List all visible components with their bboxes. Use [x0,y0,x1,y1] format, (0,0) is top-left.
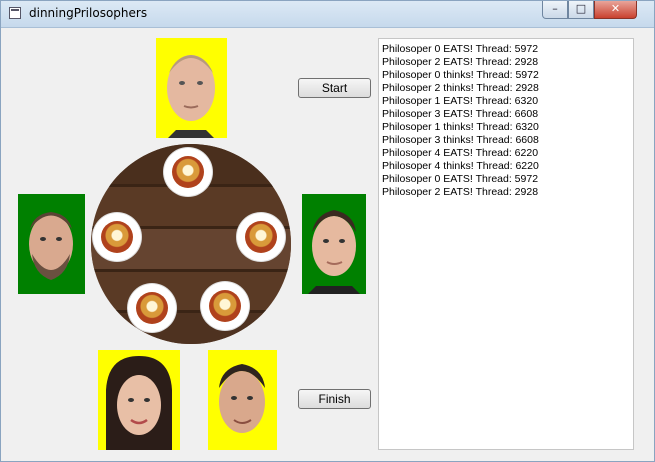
app-icon [9,7,21,19]
log-line: Philosoper 1 EATS! Thread: 6320 [382,95,539,107]
log-line: Philosoper 2 EATS! Thread: 2928 [382,56,539,68]
maximize-button[interactable]: □ [568,1,594,19]
spaghetti-icon [245,221,277,253]
plate-top [164,148,212,196]
log-line: Philosoper 2 thinks! Thread: 2928 [382,82,539,94]
minimize-button[interactable]: – [542,1,568,19]
log-line: Philosoper 4 thinks! Thread: 6220 [382,160,539,172]
plate-right [237,213,285,261]
philosopher-portrait-bottom-left [98,350,180,450]
thread-log-list[interactable]: Philosoper 0 EATS! Thread: 5972 Philosope… [378,38,634,450]
log-line: Philosoper 0 EATS! Thread: 5972 [382,43,539,55]
philosopher-portrait-bottom-right [208,350,277,450]
plate-bottom-left [128,284,176,332]
log-line: Philosoper 0 thinks! Thread: 5972 [382,69,539,81]
spaghetti-icon [172,156,204,188]
face-icon [29,212,73,280]
close-button[interactable]: ✕ [594,1,637,19]
window-title: dinningPrilosophers [29,6,148,20]
face-icon [219,364,265,433]
philosopher-portrait-right [302,194,366,294]
title-bar[interactable]: dinningPrilosophers – □ ✕ [1,1,654,28]
app-window: dinningPrilosophers – □ ✕ Start Finish P… [0,0,655,462]
face-icon [308,210,360,294]
spaghetti-icon [101,221,133,253]
log-line: Philosoper 2 EATS! Thread: 2928 [382,186,539,198]
plate-bottom-right [201,282,249,330]
spaghetti-icon [136,292,168,324]
dining-table [91,144,291,344]
log-line: Philosoper 0 EATS! Thread: 5972 [382,173,539,185]
log-line: Philosoper 4 EATS! Thread: 6220 [382,147,539,159]
spaghetti-icon [209,290,241,322]
log-line: Philosoper 1 thinks! Thread: 6320 [382,121,539,133]
philosopher-portrait-left [18,194,85,294]
log-line: Philosoper 3 EATS! Thread: 6608 [382,108,539,120]
finish-button[interactable]: Finish [298,389,371,409]
plate-left [93,213,141,261]
face-icon [106,356,172,450]
start-button[interactable]: Start [298,78,371,98]
log-line: Philosoper 3 thinks! Thread: 6608 [382,134,539,146]
face-icon [167,55,215,138]
philosopher-portrait-top [156,38,227,138]
